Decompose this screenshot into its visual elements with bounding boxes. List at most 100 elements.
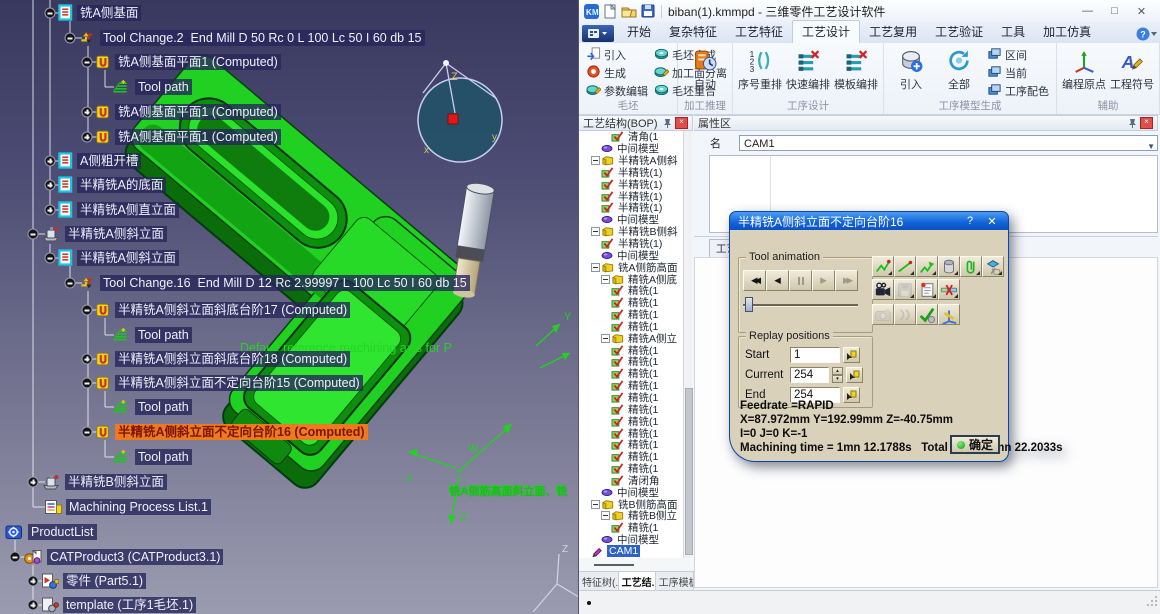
ribbon-small-button[interactable]: 生成 — [583, 64, 651, 82]
dg-path-button[interactable] — [872, 256, 894, 277]
tree-node-label[interactable]: 半精铣A侧斜立面 — [65, 226, 167, 242]
collapse-toggle[interactable] — [591, 500, 600, 509]
bop-tab-3[interactable]: 工序模板 — [656, 572, 694, 591]
skip-to-start-button[interactable]: ◀◀ — [743, 270, 766, 291]
expand-node-toggle[interactable] — [28, 600, 39, 611]
open-file-icon[interactable] — [621, 4, 637, 18]
pin-icon[interactable] — [663, 118, 672, 128]
ribbon-button[interactable]: 全部 — [936, 46, 982, 92]
tree-node-label[interactable]: 铣A侧基面平面1 (Computed) — [115, 104, 281, 120]
dialog-title-bar[interactable]: 半精铣A侧斜立面不定向台阶16 ? ✕ — [729, 211, 1009, 230]
collapse-node-toggle[interactable] — [65, 33, 76, 44]
tree-node[interactable]: Tool Change.2 End Mill D 50 Rc 0 L 100 L… — [78, 29, 425, 46]
expand-node-toggle[interactable] — [28, 477, 39, 488]
tree-node-label[interactable]: template (工序1毛坯.1) — [63, 597, 196, 613]
tree-node-label[interactable]: 半精铣A侧斜立面不定向台阶16 (Computed) — [115, 424, 368, 440]
tree-node[interactable]: CATProduct3 (CATProduct3.1) — [23, 548, 223, 565]
tab-5[interactable]: 工艺复用 — [860, 21, 926, 43]
expand-node-toggle[interactable] — [82, 132, 93, 143]
dialog-help-button[interactable]: ? — [962, 215, 978, 227]
end-pointer-button[interactable] — [843, 387, 860, 403]
dg-camera-button[interactable] — [872, 304, 894, 325]
tab-2[interactable]: 复杂特征 — [660, 21, 726, 43]
tree-node-label[interactable]: 铣A侧基面平面1 (Computed) — [115, 129, 281, 145]
dialog-close-button[interactable]: ✕ — [984, 215, 1000, 228]
skip-to-end-button[interactable]: ▶▶ — [835, 270, 858, 291]
collapse-node-toggle[interactable] — [82, 427, 93, 438]
slider-thumb[interactable] — [745, 297, 753, 312]
bop-tree-node[interactable]: 中间模型 — [579, 534, 683, 546]
resize-grip[interactable] — [1146, 594, 1158, 612]
props-close-icon[interactable]: × — [1140, 117, 1153, 129]
bop-horizontal-scrollbar[interactable] — [579, 558, 692, 571]
ribbon-button[interactable]: 编程原点 — [1061, 46, 1107, 92]
ribbon-button[interactable]: 引入 — [888, 46, 934, 92]
bop-tab-2[interactable]: 工艺结... — [619, 572, 656, 591]
ribbon-small-button[interactable]: 当前 — [984, 64, 1052, 82]
collapse-node-toggle[interactable] — [45, 253, 56, 264]
minimize-button[interactable]: — — [1074, 2, 1101, 20]
expand-node-toggle[interactable] — [82, 354, 93, 365]
bop-node-label[interactable]: CAM1 — [607, 545, 640, 557]
ribbon-button[interactable]: 快速编排 — [785, 46, 831, 92]
expand-node-toggle[interactable] — [45, 205, 56, 216]
collapse-node-toggle[interactable] — [82, 305, 93, 316]
tree-node[interactable]: 半精铣A的底面 — [58, 176, 166, 193]
ribbon-button[interactable]: 123序号重排 — [737, 46, 783, 92]
dg-axis-button[interactable] — [938, 304, 960, 325]
collapse-toggle[interactable] — [591, 227, 600, 236]
tree-node-label[interactable]: Tool path — [135, 449, 192, 465]
dg-report-button[interactable] — [916, 279, 938, 300]
tree-node-label[interactable]: CATProduct3 (CATProduct3.1) — [47, 549, 223, 565]
tree-node-label[interactable]: Tool path — [135, 327, 192, 343]
tree-node[interactable]: 半精铣A侧斜立面 — [41, 225, 167, 242]
ok-button[interactable]: 确定 — [950, 435, 1000, 454]
props-pin-icon[interactable] — [1128, 118, 1137, 128]
collapse-node-toggle[interactable] — [28, 229, 39, 240]
tab-1[interactable]: 开始 — [618, 21, 660, 43]
name-combobox[interactable]: CAM1 ▼ — [739, 135, 1158, 151]
tree-node-label[interactable]: 半精铣A侧斜立面不定向台阶15 (Computed) — [115, 375, 363, 391]
expand-node-toggle[interactable] — [45, 180, 56, 191]
tree-node[interactable]: 零件 (Part5.1) — [41, 572, 146, 589]
dg-skip-button[interactable] — [894, 304, 916, 325]
play-button[interactable]: ▶ — [812, 270, 835, 291]
tree-node-label[interactable]: 半精铣A侧斜立面斜底台阶17 (Computed) — [115, 302, 350, 318]
pause-button[interactable] — [789, 270, 812, 291]
dg-save-button[interactable] — [894, 279, 916, 300]
tree-node[interactable]: 半精铣A侧斜立面不定向台阶16 (Computed) — [95, 423, 368, 440]
tree-node[interactable]: 铣A侧基面平面1 (Computed) — [95, 53, 281, 70]
tree-node[interactable]: 铣A侧基面平面1 (Computed) — [95, 103, 281, 120]
tab-7[interactable]: 工具 — [992, 21, 1034, 43]
tree-node[interactable]: 半精铣B侧斜立面 — [41, 473, 167, 490]
tree-node[interactable]: 铣A侧基面 — [58, 4, 141, 21]
tree-node[interactable]: A侧粗开槽 — [58, 152, 141, 169]
start-input[interactable]: 1 — [790, 347, 840, 363]
dg-collide-button[interactable] — [938, 279, 960, 300]
tab-3[interactable]: 工艺特征 — [726, 21, 792, 43]
tree-node-label[interactable]: 半精铣A侧直立面 — [77, 202, 179, 218]
tree-node[interactable]: Machining Process List.1 — [44, 498, 211, 515]
tree-node-label[interactable]: 铣A侧基面 — [77, 5, 141, 21]
tree-node[interactable]: Tool path — [110, 398, 192, 415]
expand-node-toggle[interactable] — [82, 107, 93, 118]
tree-node-label[interactable]: Machining Process List.1 — [66, 499, 211, 515]
tree-node-label[interactable]: 半精铣A的底面 — [77, 177, 166, 193]
start-pointer-button[interactable] — [843, 347, 860, 363]
tab-4[interactable]: 工艺设计 — [792, 20, 860, 43]
tree-node-label[interactable]: Tool path — [135, 79, 192, 95]
ribbon-small-button[interactable]: 引入 — [583, 46, 651, 64]
tree-node-label[interactable]: 半精铣B侧斜立面 — [65, 474, 167, 490]
tree-node-label[interactable]: Tool Change.2 End Mill D 50 Rc 0 L 100 L… — [100, 30, 425, 46]
tree-node-label[interactable]: 零件 (Part5.1) — [63, 573, 146, 589]
collapse-toggle[interactable] — [591, 156, 600, 165]
tree-node[interactable]: template (工序1毛坯.1) — [41, 596, 196, 613]
save-icon[interactable] — [641, 4, 655, 18]
collapse-node-toggle[interactable] — [82, 57, 93, 68]
current-spinner[interactable]: ▲▼ — [832, 367, 843, 383]
help-button[interactable]: ? — [1136, 27, 1157, 41]
collapse-toggle[interactable] — [601, 511, 610, 520]
tree-node-label[interactable]: A侧粗开槽 — [77, 153, 141, 169]
dg-cyl-button[interactable] — [938, 256, 960, 277]
tab-6[interactable]: 工艺验证 — [926, 21, 992, 43]
